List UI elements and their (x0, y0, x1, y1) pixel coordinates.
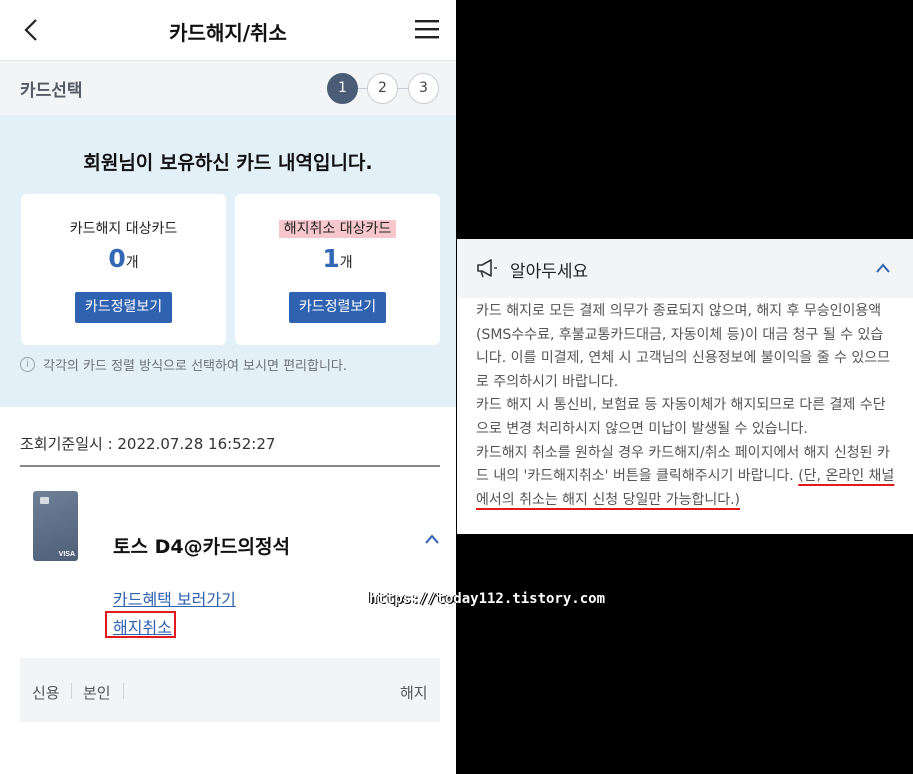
step-connector (357, 88, 367, 89)
info-icon: i (20, 357, 35, 372)
step-2: 2 (367, 73, 398, 104)
megaphone-icon (477, 259, 497, 278)
notice-paragraph: 카드 해지로 모든 결제 의무가 종료되지 않으며, 해지 후 무승인이용액(S… (476, 303, 891, 390)
step-indicator-bar: 카드선택 1 2 3 (0, 60, 456, 115)
hamburger-menu-icon (415, 20, 439, 39)
card-chip-icon (40, 497, 49, 504)
withdraw-cancel-card-box: 해지취소 대상카드 1개 카드정렬보기 (235, 194, 440, 345)
card-image: VISA (33, 491, 78, 561)
card-summary-section: 회원님이 보유하신 카드 내역입니다. 카드해지 대상카드 0개 카드정렬보기 … (0, 115, 456, 407)
page-title: 카드해지/취소 (169, 21, 287, 45)
cancel-target-label: 카드해지 대상카드 (69, 221, 178, 237)
menu-button[interactable] (414, 16, 440, 42)
notice-paragraph: 카드해지 취소를 원하실 경우 카드해지/취소 페이지에서 해지 신청된 카드 … (476, 442, 896, 513)
count-unit: 개 (339, 255, 353, 271)
step-1: 1 (327, 73, 358, 104)
step-connector (398, 88, 408, 89)
lookup-datetime: 조회기준일시 : 2022.07.28 16:52:27 (20, 435, 276, 453)
notice-panel: 알아두세요 카드 해지로 모든 결제 의무가 종료되지 않으며, 해지 후 무승… (457, 239, 913, 534)
card-benefit-link[interactable]: 카드혜택 보러가기 (113, 586, 236, 610)
card-sort-button[interactable]: 카드정렬보기 (289, 292, 386, 323)
col-type: 신용 (32, 684, 60, 702)
chevron-up-icon[interactable] (424, 532, 440, 546)
col-status: 해지 (400, 684, 428, 702)
column-separator (123, 683, 124, 699)
card-name: 토스 D4@카드의정석 (113, 536, 290, 558)
step-label: 카드선택 (20, 81, 83, 101)
sort-info: i 각각의 카드 정렬 방식으로 선택하여 보시면 편리합니다. (20, 355, 347, 374)
chevron-up-icon[interactable] (875, 262, 891, 274)
column-separator (71, 683, 72, 699)
withdraw-cancel-label: 해지취소 대상카드 (278, 220, 397, 238)
cancel-target-count: 0 (108, 244, 126, 273)
withdraw-cancel-count: 1 (322, 244, 340, 273)
top-bar: 카드해지/취소 (0, 0, 456, 60)
visa-logo: VISA (58, 551, 75, 558)
highlight-box (105, 611, 176, 638)
card-sort-button[interactable]: 카드정렬보기 (75, 292, 172, 323)
notice-body: 카드 해지로 모든 결제 의무가 종료되지 않으며, 해지 후 무승인이용액(S… (476, 300, 896, 512)
notice-title: 알아두세요 (510, 262, 589, 282)
step-3: 3 (408, 73, 439, 104)
card-cancel-screen: 카드해지/취소 카드선택 1 2 3 회원님이 보유하신 카드 내역입니다. 카… (0, 0, 456, 774)
cancel-target-card-box: 카드해지 대상카드 0개 카드정렬보기 (21, 194, 226, 345)
notice-paragraph: 카드 해지 시 통신비, 보험료 등 자동이체가 해지되므로 다른 결제 수단으… (476, 397, 886, 437)
count-unit: 개 (125, 255, 139, 271)
summary-title: 회원님이 보유하신 카드 내역입니다. (83, 152, 373, 174)
blog-watermark: https://today112.tistory.com (369, 591, 606, 607)
card-table-header: 신용 본인 해지 (20, 658, 440, 722)
col-owner: 본인 (83, 684, 111, 702)
notice-header[interactable]: 알아두세요 (457, 239, 913, 298)
divider (20, 465, 440, 467)
sort-info-text: 각각의 카드 정렬 방식으로 선택하여 보시면 편리합니다. (43, 359, 348, 374)
